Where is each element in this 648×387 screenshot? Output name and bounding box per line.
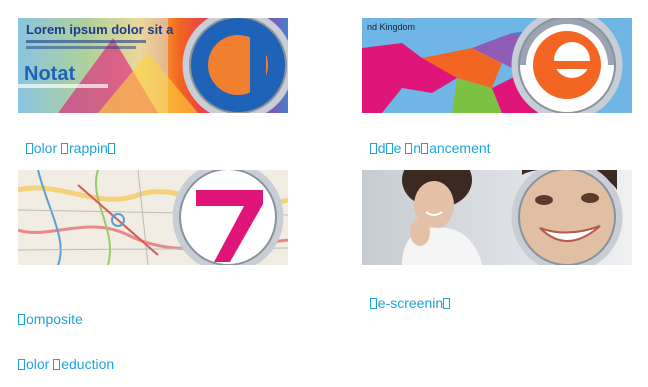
missing-glyph-icon [61, 143, 69, 154]
tile-de-screening [362, 170, 632, 265]
caption-color-trapping: olor rappin [18, 127, 116, 155]
magnifier-icon [511, 170, 623, 265]
missing-glyph-icon [369, 143, 377, 154]
tile-edge-enhancement: nd Kingdom [362, 18, 632, 113]
tile-composite-color-reduction [18, 170, 288, 265]
magnifier-icon [511, 18, 623, 113]
missing-glyph-icon [53, 359, 61, 370]
caption-de-screening: e-screenin [362, 282, 451, 310]
missing-glyph-icon [385, 143, 393, 154]
caption-composite-color-reduction: omposite olor eduction [18, 282, 114, 387]
edge-enhancement-image: nd Kingdom [362, 18, 632, 113]
de-screening-image [362, 170, 632, 265]
missing-glyph-icon [443, 298, 451, 309]
magnifier-icon [182, 18, 288, 113]
missing-glyph-icon [369, 298, 377, 309]
tile-color-trapping: Lorem ipsum dolor sit a Notat [18, 18, 288, 113]
missing-glyph-icon [421, 143, 429, 154]
caption-line-2: olor eduction [18, 357, 114, 372]
map-label: nd Kingdom [367, 22, 415, 32]
image-headline: Lorem ipsum dolor sit a [26, 22, 174, 37]
image-brand-text: Notat [24, 63, 75, 85]
missing-glyph-icon [18, 359, 25, 370]
magnifier-icon [172, 170, 284, 265]
missing-glyph-icon [405, 143, 413, 154]
missing-glyph-icon [25, 143, 33, 154]
missing-glyph-icon [107, 143, 115, 154]
color-trapping-image: Lorem ipsum dolor sit a Notat [18, 18, 288, 113]
caption-edge-enhancement: de n ancement [362, 127, 491, 155]
composite-color-reduction-image [18, 170, 288, 265]
